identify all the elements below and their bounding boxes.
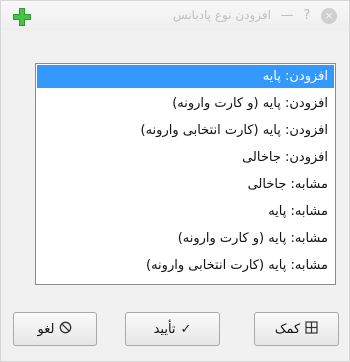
help-button-label: کمک [274, 321, 301, 337]
minimize-icon[interactable]: — [279, 8, 295, 24]
checkmark-icon: ✓ [180, 321, 192, 337]
help-button[interactable]: کمک [254, 312, 339, 346]
cancel-button[interactable]: لغو [13, 312, 97, 346]
note-type-list[interactable]: افزودن: پایه افزودن: پایه (و کارت وارونه… [35, 63, 336, 285]
ok-button-label: تأیید [153, 321, 176, 337]
list-item[interactable]: مشابه: پایه (و کارت وارونه) [37, 227, 334, 250]
cancel-button-label: لغو [37, 321, 55, 337]
list-item[interactable]: افزودن: جاخالی [37, 146, 334, 169]
list-item[interactable]: افزودن: پایه (کارت انتخابی وارونه) [37, 119, 334, 142]
list-item[interactable]: افزودن: پایه [37, 65, 334, 88]
title-bar[interactable]: افزودن نوع پادبانس — ? × [1, 1, 349, 31]
list-item[interactable]: افزودن: پایه (و کارت وارونه) [37, 92, 334, 115]
help-icon[interactable]: ? [299, 8, 315, 24]
list-item[interactable]: مشابه: پایه (کارت انتخابی وارونه) [37, 254, 334, 277]
green-plus-icon [11, 6, 33, 28]
list-item[interactable]: مشابه: جاخالی [37, 173, 334, 196]
add-note-type-dialog: افزودن نوع پادبانس — ? × افزودن: پایه اف… [0, 0, 350, 362]
help-book-icon [305, 320, 318, 338]
list-item[interactable]: مشابه: پایه [37, 200, 334, 223]
close-icon[interactable]: × [321, 8, 337, 24]
window-title: افزودن نوع پادبانس [173, 8, 271, 22]
ok-button[interactable]: ✓ تأیید [125, 312, 220, 346]
cancel-circle-icon [59, 321, 72, 338]
